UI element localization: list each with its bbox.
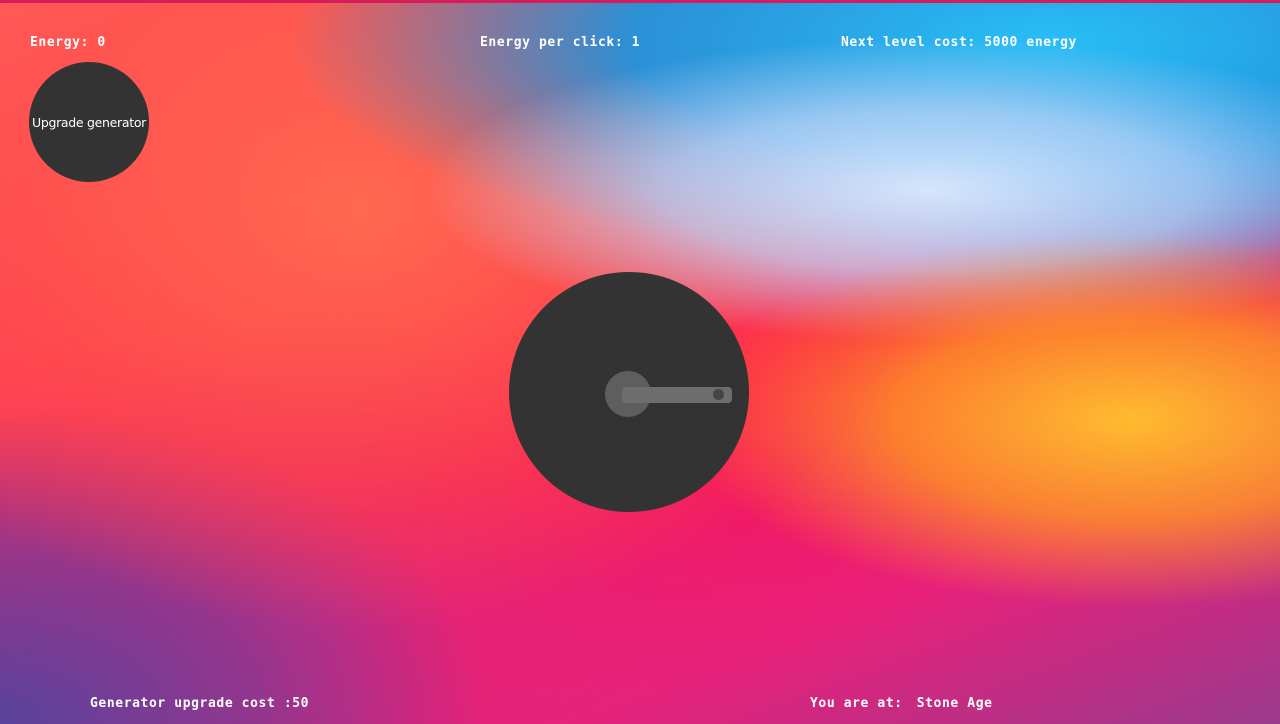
upgrade-generator-button[interactable]: Upgrade generator [29,62,149,182]
energy-per-click: Energy per click: 1 [480,35,641,50]
era-name: Stone Age [916,696,993,711]
location-label: You are at: [810,696,903,711]
generator-upgrade-cost: Generator upgrade cost :50 [90,696,310,711]
next-level-cost: Next level cost: 5000 energy [841,35,1077,50]
upgrade-generator-label: Upgrade generator [31,114,147,130]
top-accent-bar [0,0,1280,3]
current-era: You are at: Stone Age [810,696,993,711]
crank-knob-icon [713,389,724,400]
generator-crank-button[interactable] [509,272,749,512]
energy-counter: Energy: 0 [30,35,106,50]
